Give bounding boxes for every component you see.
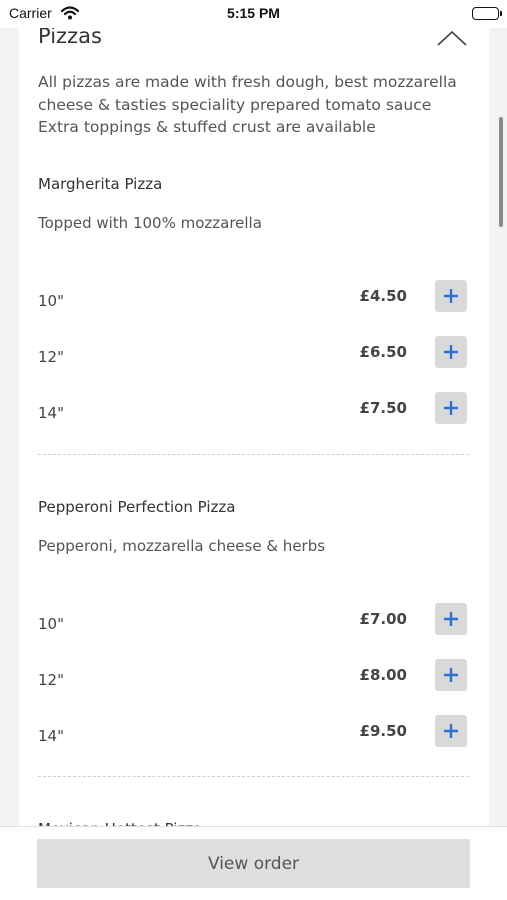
size-label: 14" (38, 404, 64, 422)
item-name: Pepperoni Perfection Pizza (38, 498, 236, 516)
section-description: All pizzas are made with fresh dough, be… (38, 73, 457, 136)
add-button[interactable] (435, 392, 467, 424)
plus-icon (444, 401, 458, 415)
clock: 5:15 PM (227, 5, 280, 21)
size-label: 10" (38, 615, 64, 633)
plus-icon (444, 289, 458, 303)
size-label: 12" (38, 671, 64, 689)
plus-icon (444, 668, 458, 682)
plus-icon (444, 345, 458, 359)
item-description: Pepperoni, mozzarella cheese & herbs (38, 537, 326, 555)
add-button[interactable] (435, 603, 467, 635)
add-button[interactable] (435, 336, 467, 368)
price: £8.00 (359, 666, 407, 684)
item-description: Topped with 100% mozzarella (38, 214, 262, 232)
scrollbar[interactable] (499, 117, 503, 227)
price: £7.50 (359, 399, 407, 417)
plus-icon (444, 612, 458, 626)
size-label: 12" (38, 348, 64, 366)
size-label: 14" (38, 727, 64, 745)
status-bar: Carrier 5:15 PM (0, 0, 507, 28)
plus-icon (444, 724, 458, 738)
chevron-up-icon[interactable] (435, 28, 469, 48)
price: £9.50 (359, 722, 407, 740)
item-divider (38, 776, 469, 777)
price: £4.50 (359, 287, 407, 305)
add-button[interactable] (435, 659, 467, 691)
add-button[interactable] (435, 280, 467, 312)
item-divider (38, 454, 469, 455)
size-label: 10" (38, 292, 64, 310)
add-button[interactable] (435, 715, 467, 747)
item-name: Margherita Pizza (38, 175, 163, 193)
price: £6.50 (359, 343, 407, 361)
battery-icon (472, 7, 502, 20)
price: £7.00 (359, 610, 407, 628)
view-order-button[interactable]: View order (37, 839, 470, 888)
bottom-bar: View order (0, 826, 507, 900)
menu-section-card: Pizzas All pizzas are made with fresh do… (19, 0, 489, 830)
